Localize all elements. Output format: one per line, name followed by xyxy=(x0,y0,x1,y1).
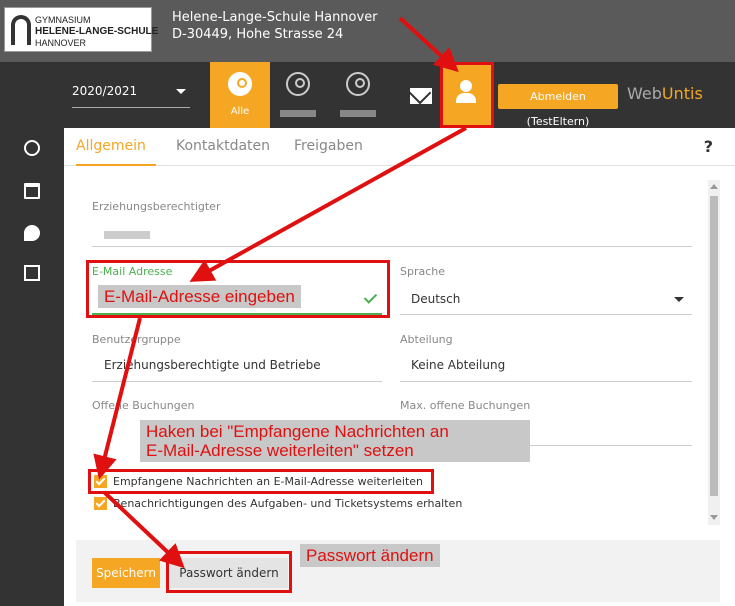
person-tab-all[interactable]: Alle xyxy=(210,62,270,128)
redacted-name xyxy=(280,110,316,117)
header-bar: GYMNASIUM HELENE-LANGE-SCHULE HANNOVER H… xyxy=(0,0,735,62)
school-year-select[interactable]: 2020/2021 xyxy=(72,84,190,108)
password-hint: Passwort ändern xyxy=(300,544,440,567)
help-icon[interactable]: ? xyxy=(704,137,713,156)
language-select[interactable]: Deutsch xyxy=(411,292,460,306)
user-group-value: Erziehungsberechtigte und Betriebe xyxy=(104,358,321,372)
user-icon xyxy=(286,72,310,96)
highlight-password-button xyxy=(166,551,292,593)
highlight-forward-checkbox xyxy=(88,469,434,494)
user-group-label: Benutzergruppe xyxy=(92,333,181,346)
guardian-value-redacted xyxy=(104,231,150,239)
scroll-thumb[interactable] xyxy=(710,196,718,496)
person-tab-child-1[interactable] xyxy=(268,62,328,128)
max-open-bookings-label: Max. offene Buchungen xyxy=(400,399,531,412)
brand-accent: Untis xyxy=(661,84,703,103)
logo-line-3: HANNOVER xyxy=(35,38,87,48)
highlight-profile-button xyxy=(440,62,494,128)
book-icon[interactable] xyxy=(24,265,40,281)
school-logo: GYMNASIUM HELENE-LANGE-SCHULE HANNOVER xyxy=(4,7,158,52)
department-underline xyxy=(400,381,692,382)
person-tab-label: Alle xyxy=(230,106,250,117)
open-bookings-label: Offene Buchungen xyxy=(92,399,195,412)
chevron-down-icon xyxy=(674,297,684,302)
nav-bar: 2020/2021 Alle Abmelden (TestEltern) Web… xyxy=(0,62,735,128)
scroll-down-icon[interactable] xyxy=(710,515,718,520)
redacted-name xyxy=(340,110,376,117)
tab-kontaktdaten[interactable]: Kontaktdaten xyxy=(176,138,270,154)
language-label: Sprache xyxy=(400,265,446,278)
checkbox-hint-line-1: Haken bei "Empfangene Nachrichten an xyxy=(146,422,449,441)
department-label: Abteilung xyxy=(400,333,453,346)
brand-logo: WebUntis xyxy=(627,84,703,103)
guardian-underline xyxy=(92,246,692,247)
notifications-checkbox[interactable] xyxy=(94,497,107,510)
save-button[interactable]: Speichern xyxy=(92,558,160,588)
dashboard-icon[interactable] xyxy=(24,140,40,156)
language-underline xyxy=(400,314,692,315)
chat-icon[interactable] xyxy=(24,225,40,241)
tab-bar: Allgemein Kontaktdaten Freigaben ? xyxy=(64,128,735,166)
tab-allgemein[interactable]: Allgemein xyxy=(76,138,146,154)
calendar-icon[interactable] xyxy=(24,183,40,199)
school-year-value: 2020/2021 xyxy=(72,84,138,98)
tab-freigaben[interactable]: Freigaben xyxy=(294,138,363,154)
user-icon xyxy=(346,72,370,96)
logo-line-2: HELENE-LANGE-SCHULE xyxy=(35,26,159,37)
school-info: Helene-Lange-Schule Hannover D-30449, Ho… xyxy=(172,9,378,43)
scroll-up-icon[interactable] xyxy=(710,184,718,189)
school-name: Helene-Lange-Schule Hannover xyxy=(172,10,378,25)
notifications-label: Benachrichtigungen des Aufgaben- und Tic… xyxy=(113,497,463,510)
logo-mark-icon xyxy=(11,15,31,45)
checkbox-hint: Haken bei "Empfangene Nachrichten an E-M… xyxy=(140,420,530,462)
mail-icon[interactable] xyxy=(410,88,432,104)
guardian-label: Erziehungsberechtigter xyxy=(92,200,221,213)
brand-prefix: Web xyxy=(627,84,662,103)
chevron-down-icon xyxy=(176,89,186,94)
email-hint: E-Mail-Adresse eingeben xyxy=(98,285,301,308)
group-icon xyxy=(228,72,252,96)
logo-line-1: GYMNASIUM xyxy=(35,15,91,25)
form-scrollbar[interactable] xyxy=(708,180,720,525)
department-value: Keine Abteilung xyxy=(411,358,506,372)
side-nav xyxy=(0,128,64,606)
active-tab-indicator xyxy=(76,164,156,166)
school-address: D-30449, Hohe Strasse 24 xyxy=(172,27,344,42)
checkbox-hint-line-2: E-Mail-Adresse weiterleiten" setzen xyxy=(146,441,414,460)
person-tab-child-2[interactable] xyxy=(328,62,388,128)
user-group-underline xyxy=(92,381,382,382)
logout-button[interactable]: Abmelden (TestEltern) xyxy=(498,84,618,128)
